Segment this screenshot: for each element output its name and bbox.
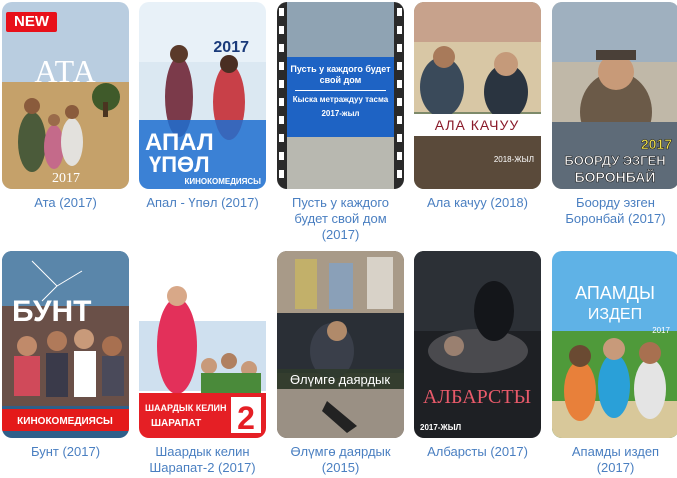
movie-title-link[interactable]: Бунт (2017)	[2, 444, 129, 460]
poster-year-text: 2017	[641, 136, 672, 152]
poster-title-text: АПАМДЫ	[575, 283, 655, 303]
movie-poster[interactable]: АТА 2017 NEW	[2, 2, 129, 189]
poster-image: Өлүмгө даярдык	[277, 251, 404, 438]
movie-poster[interactable]: АПАМДЫ ИЗДЕП 2017	[552, 251, 677, 438]
movie-poster[interactable]: Пусть у каждого будет свой дом Кыска мет…	[277, 2, 404, 189]
poster-title-text: БООРДУ ЭЗГЕН	[564, 153, 665, 168]
movie-title-link[interactable]: Апамды издеп (2017)	[552, 444, 677, 476]
poster-image: БУНТ КИНОКОМЕДИЯСЫ	[2, 251, 129, 438]
poster-year-text: 2017	[213, 39, 249, 56]
poster-year-text: 2017-ЖЫЛ	[420, 423, 462, 432]
movie-title-link[interactable]: Боорду эзген Боронбай (2017)	[552, 195, 677, 227]
movie-card[interactable]: АПАМДЫ ИЗДЕП 2017 Апамды издеп (2017)	[552, 251, 677, 476]
movie-card[interactable]: 2017 БООРДУ ЭЗГЕН БОРОНБАЙ Боорду эзген …	[552, 2, 677, 227]
movie-card[interactable]: 2017 АПАЛ ҮПӨЛ КИНОКОМЕДИЯСЫ Апал - Үпөл…	[139, 2, 266, 211]
poster-year-text: 2017-жыл	[321, 109, 360, 118]
poster-image: Пусть у каждого будет свой дом Кыска мет…	[277, 2, 404, 189]
movie-title-link[interactable]: Ала качуу (2018)	[414, 195, 541, 211]
movie-card[interactable]: ШААРДЫК КЕЛИН ШАРАПАТ 2 Шаардык келин Ша…	[139, 251, 266, 476]
poster-number-text: 2	[237, 400, 255, 436]
movie-title-link[interactable]: Албарсты (2017)	[414, 444, 541, 460]
movie-poster[interactable]: 2017 БООРДУ ЭЗГЕН БОРОНБАЙ	[552, 2, 677, 189]
poster-title-text: Пусть у каждого будет свой дом	[290, 64, 391, 85]
poster-subtitle-text: КИНОКОМЕДИЯСЫ	[184, 177, 261, 186]
movie-title-link[interactable]: Шаардык келин Шарапат-2 (2017)	[139, 444, 266, 476]
movie-title-link[interactable]: Ата (2017)	[2, 195, 129, 211]
poster-image: 2017 АПАЛ ҮПӨЛ КИНОКОМЕДИЯСЫ	[139, 2, 266, 189]
movie-title-link[interactable]: Апал - Үпөл (2017)	[139, 195, 266, 211]
poster-image: АПАМДЫ ИЗДЕП 2017	[552, 251, 677, 438]
poster-year-text: 2017	[52, 171, 80, 186]
poster-title-text: АЛА КАЧУУ	[435, 117, 520, 133]
poster-title-text: ШААРДЫК КЕЛИН	[145, 403, 226, 413]
movie-card[interactable]: АЛА КАЧУУ 2018-ЖЫЛ Ала качуу (2018)	[414, 2, 541, 211]
poster-title-text: Өлүмгө даярдык	[290, 372, 390, 387]
movie-poster[interactable]: Өлүмгө даярдык	[277, 251, 404, 438]
movie-title-link[interactable]: Өлүмгө даярдык (2015)	[277, 444, 404, 476]
movie-card[interactable]: Өлүмгө даярдык Өлүмгө даярдык (2015)	[277, 251, 404, 476]
movie-poster[interactable]: АЛА КАЧУУ 2018-ЖЫЛ	[414, 2, 541, 189]
poster-subtitle-text: Кыска метраждуу тасма	[292, 95, 389, 104]
new-badge: NEW	[6, 12, 57, 32]
movie-poster[interactable]: АЛБАРСТЫ 2017-ЖЫЛ	[414, 251, 541, 438]
movie-poster[interactable]: 2017 АПАЛ ҮПӨЛ КИНОКОМЕДИЯСЫ	[139, 2, 266, 189]
poster-subtitle-text: КИНОКОМЕДИЯСЫ	[17, 416, 113, 427]
movie-poster[interactable]: БУНТ КИНОКОМЕДИЯСЫ	[2, 251, 129, 438]
poster-title-text: АЛБАРСТЫ	[423, 386, 531, 408]
poster-year-text: 2018-ЖЫЛ	[494, 155, 534, 164]
movie-poster[interactable]: ШААРДЫК КЕЛИН ШАРАПАТ 2	[139, 251, 266, 438]
poster-title-text-2: ШАРАПАТ	[151, 418, 201, 429]
poster-title-text: БУНТ	[12, 295, 91, 328]
movie-title-link[interactable]: Пусть у каждого будет свой дом (2017)	[277, 195, 404, 243]
poster-image: АЛА КАЧУУ 2018-ЖЫЛ	[414, 2, 541, 189]
movie-card[interactable]: АЛБАРСТЫ 2017-ЖЫЛ Албарсты (2017)	[414, 251, 541, 460]
poster-title-text-2: ИЗДЕП	[588, 306, 642, 323]
movie-grid: АТА 2017 NEW Ата (2017) 2017 АПАЛ ҮПӨЛ К…	[0, 0, 677, 478]
poster-title-text-2: БОРОНБАЙ	[575, 168, 656, 185]
poster-image: ШААРДЫК КЕЛИН ШАРАПАТ 2	[139, 251, 266, 438]
movie-card[interactable]: АТА 2017 NEW Ата (2017)	[2, 2, 129, 211]
movie-card[interactable]: Пусть у каждого будет свой дом Кыска мет…	[277, 2, 404, 243]
poster-image: АЛБАРСТЫ 2017-ЖЫЛ	[414, 251, 541, 438]
movie-card[interactable]: БУНТ КИНОКОМЕДИЯСЫ Бунт (2017)	[2, 251, 129, 460]
poster-image: 2017 БООРДУ ЭЗГЕН БОРОНБАЙ	[552, 2, 677, 189]
poster-title-text: АТА	[34, 53, 95, 89]
poster-title-text-2: ҮПӨЛ	[149, 152, 210, 177]
poster-year-text: 2017	[652, 326, 670, 335]
